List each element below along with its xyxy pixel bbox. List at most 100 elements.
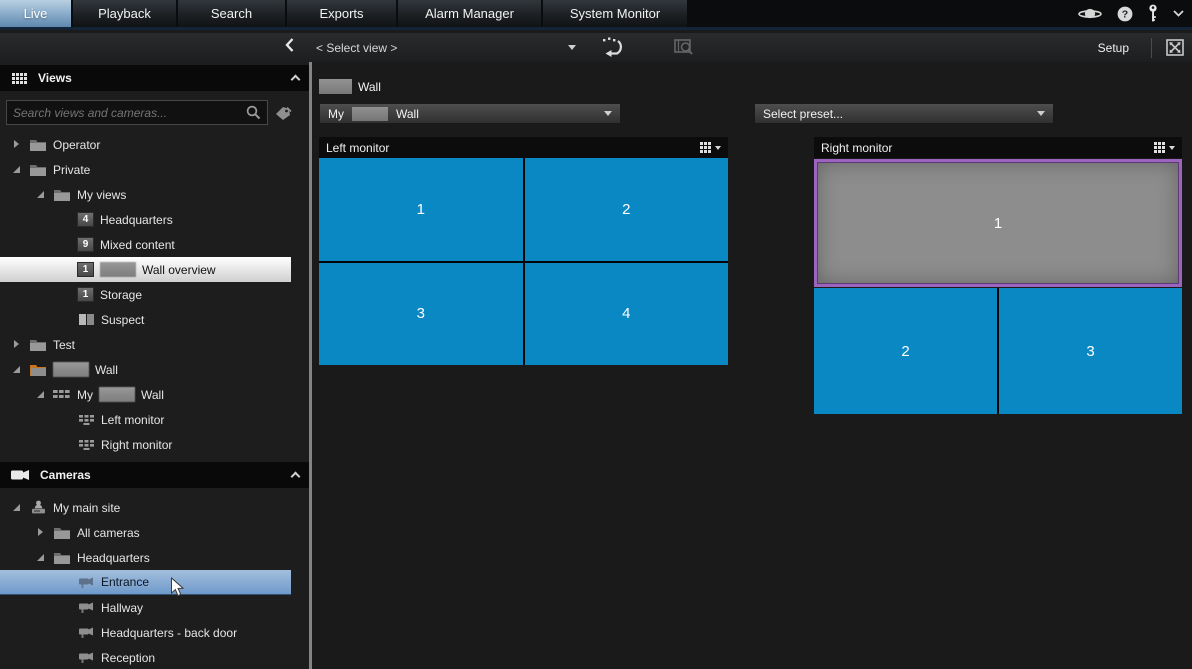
expander-expanded-icon[interactable] [36,189,47,200]
tab-live[interactable]: Live [0,0,71,27]
search-input[interactable] [13,105,246,120]
expander-expanded-icon[interactable] [12,164,23,175]
camera-item-entrance[interactable]: Entrance [0,570,291,595]
redacted-block [53,362,89,377]
camera-item-headquarters-back-door[interactable]: Headquarters - back door [0,620,291,645]
expander-collapsed-icon[interactable] [36,527,47,538]
tab-search[interactable]: Search [178,0,285,27]
main-tab-bar: Live Playback Search Exports Alarm Manager Sy… [0,0,1192,30]
preset-selector-dropdown[interactable]: Select preset... [754,103,1054,124]
view-item-suspect[interactable]: Suspect [0,307,291,332]
expander-collapsed-icon[interactable] [12,139,23,150]
collapse-panel-icon[interactable] [290,74,301,85]
wall-tile-left-2[interactable]: 2 [524,158,728,261]
view-item-private[interactable]: Private [0,157,291,182]
view-item-my-views[interactable]: My views [0,182,291,207]
left-monitor-title: Left monitor [326,140,390,155]
expander-collapsed-icon[interactable] [12,339,23,350]
view-item-wall[interactable]: Wall [0,357,291,382]
layout-selector-button[interactable] [1154,142,1175,153]
chevron-down-icon[interactable] [1173,10,1184,17]
search-icon[interactable] [246,105,261,120]
wall-tile-right-3[interactable]: 3 [999,288,1182,414]
setup-button[interactable]: Setup [1098,41,1137,55]
view-selector-label: < Select view > [316,40,398,55]
view-selector-dropdown[interactable]: < Select view > [316,37,576,58]
wall-tile-right-1-selected[interactable]: 1 [814,159,1182,287]
view-item-storage[interactable]: 1 Storage [0,282,291,307]
dropdown-caret-icon [568,45,576,50]
view-item-test[interactable]: Test [0,332,291,357]
expander-expanded-icon[interactable] [12,364,23,375]
view-toolbar: < Select view > Setup [0,33,1192,62]
cameras-tree: My main site All cameras Headquarters Entra… [0,495,309,669]
camera-item-all-cameras[interactable]: All cameras [0,520,291,545]
folder-icon [53,526,71,540]
collapse-panel-icon[interactable] [290,471,301,482]
split-view-icon [77,313,95,326]
wall-tile-left-1[interactable]: 1 [319,158,523,261]
tab-label: Alarm Manager [425,6,514,21]
folder-icon [53,188,71,202]
view-item-right-monitor[interactable]: Right monitor [0,432,291,457]
expander-expanded-icon[interactable] [12,502,23,513]
expander-expanded-icon[interactable] [36,389,47,400]
views-panel-title: Views [38,71,72,85]
views-tree: Operator Private My views 4 Headquarters 9 Mix… [0,132,309,457]
wall-selector-dropdown[interactable]: My Wall [319,103,621,124]
tree-item-label: Mixed content [100,237,175,252]
camera-icon [77,626,95,639]
collapse-sidebar-icon[interactable] [285,38,294,57]
camera-item-reception[interactable]: Reception [0,645,291,669]
expander-expanded-icon[interactable] [36,552,47,563]
top-right-icons: ? [1078,0,1184,27]
tag-icon[interactable] [274,105,292,121]
view-item-wall-overview[interactable]: 1 Wall overview [0,257,291,282]
folder-icon [29,163,47,177]
wall-tile-right-2[interactable]: 2 [814,288,997,414]
tab-system-monitor[interactable]: System Monitor [543,0,687,27]
evidence-lock-search-icon[interactable] [674,38,694,62]
tree-item-label: Operator [53,137,101,152]
wall-tile-left-4[interactable]: 4 [524,262,728,365]
view-item-my-wall[interactable]: My Wall [0,382,291,407]
camera-item-headquarters[interactable]: Headquarters [0,545,291,570]
wall-tile-left-3[interactable]: 3 [319,262,523,365]
camera-item-my-main-site[interactable]: My main site [0,495,291,520]
views-panel-header[interactable]: Views [0,65,309,91]
view-count-badge: 1 [77,262,94,277]
monitor-icon [77,414,95,426]
view-item-operator[interactable]: Operator [0,132,291,157]
help-icon[interactable]: ? [1117,6,1133,22]
tree-item-label: Reception [101,650,156,665]
view-item-left-monitor[interactable]: Left monitor [0,407,291,432]
layout-selector-button[interactable] [700,142,721,153]
tab-playback[interactable]: Playback [73,0,176,27]
view-item-headquarters[interactable]: 4 Headquarters [0,207,291,232]
right-monitor-title: Right monitor [821,140,893,155]
revert-view-icon[interactable] [600,37,624,62]
folder-icon [53,551,71,565]
view-count-badge: 1 [77,287,94,302]
view-item-mixed-content[interactable]: 9 Mixed content [0,232,291,257]
view-count-badge: 4 [77,212,94,227]
tab-exports[interactable]: Exports [287,0,396,27]
toggle-window-mode-icon[interactable] [1166,39,1184,56]
cameras-panel-header[interactable]: Cameras [0,462,309,488]
tab-alarm-manager[interactable]: Alarm Manager [398,0,541,27]
login-key-icon[interactable] [1148,4,1158,23]
camera-icon [77,601,95,614]
dropdown-caret-icon [604,111,612,116]
cloud-status-icon[interactable] [1078,7,1102,20]
dropdown-caret-icon [1037,111,1045,116]
tree-item-label: Left monitor [101,412,165,427]
camera-icon [77,651,95,664]
camera-item-hallway[interactable]: Hallway [0,595,291,620]
